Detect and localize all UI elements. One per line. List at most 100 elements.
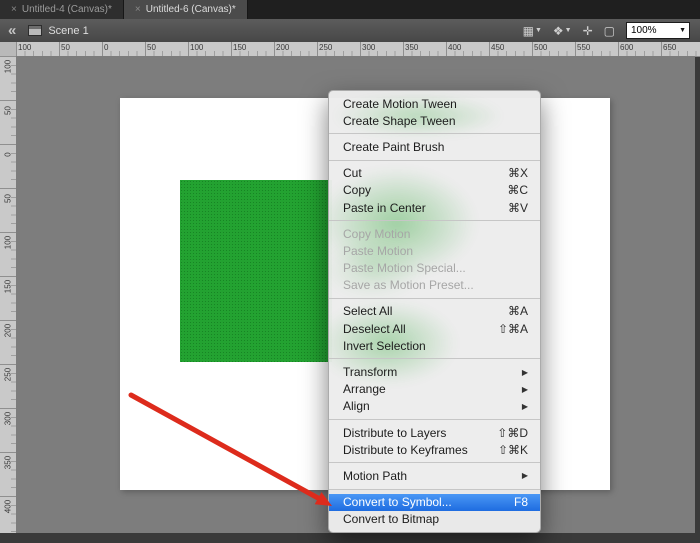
menu-item-create-shape-tween[interactable]: Create Shape Tween [329, 112, 540, 129]
ruler-label: 200 [276, 43, 289, 52]
ruler-label: 350 [4, 456, 13, 470]
menu-item-distribute-to-layers[interactable]: Distribute to Layers ⇧⌘D [329, 424, 540, 441]
menu-item-shortcut: ⇧⌘K [498, 443, 528, 457]
document-tab-label: Untitled-4 (Canvas)* [22, 4, 112, 15]
ruler-label: 150 [4, 280, 13, 294]
menu-item-distribute-to-keyframes[interactable]: Distribute to Keyframes ⇧⌘K [329, 441, 540, 458]
menu-item-transform[interactable]: Transform▶ [329, 363, 540, 380]
frame-icon: ▢ [604, 25, 615, 37]
menu-item-label: Distribute to Layers [343, 426, 446, 440]
menu-item-align[interactable]: Align▶ [329, 398, 540, 415]
menu-item-shortcut: F8 [514, 495, 528, 509]
edit-bar: « Scene 1 ▦▼ ❖▼ ✛ ▢ 100% ▼ [0, 19, 700, 43]
menu-item-copy[interactable]: Copy⌘C [329, 182, 540, 199]
edit-bar-controls: ▦▼ ❖▼ ✛ ▢ 100% ▼ [523, 22, 690, 39]
menu-item-create-motion-tween[interactable]: Create Motion Tween [329, 95, 540, 112]
menu-item-shortcut: ⇧⌘A [498, 322, 528, 336]
menu-item-label: Distribute to Keyframes [343, 443, 468, 457]
ruler-label: 450 [491, 43, 504, 52]
scene-icon [28, 25, 42, 36]
menu-item-create-paint-brush[interactable]: Create Paint Brush [329, 138, 540, 155]
chevron-down-icon: ▼ [535, 27, 542, 34]
ruler-label: 350 [405, 43, 418, 52]
menu-item-paste-motion: Paste Motion [329, 242, 540, 259]
edit-scene-button[interactable]: ▦▼ [523, 25, 542, 37]
ruler-label: 50 [61, 43, 70, 52]
menu-separator [329, 220, 540, 221]
menu-separator [329, 298, 540, 299]
close-icon[interactable]: × [135, 5, 141, 15]
menu-item-label: Paste Motion Special... [343, 261, 466, 275]
ruler-label: 600 [620, 43, 633, 52]
menu-item-label: Save as Motion Preset... [343, 278, 474, 292]
green-rectangle-shape[interactable] [180, 180, 332, 362]
menu-separator [329, 160, 540, 161]
animate-window: × Untitled-4 (Canvas)* × Untitled-6 (Canvas… [0, 0, 700, 543]
menu-item-label: Copy Motion [343, 227, 410, 241]
ruler-label: 500 [534, 43, 547, 52]
menu-item-convert-to-symbol[interactable]: Convert to Symbol... F8 [329, 494, 540, 511]
menu-item-arrange[interactable]: Arrange▶ [329, 381, 540, 398]
menu-item-label: Copy [343, 183, 371, 197]
document-tab-2[interactable]: × Untitled-6 (Canvas)* [124, 0, 248, 19]
menu-item-convert-to-bitmap[interactable]: Convert to Bitmap [329, 511, 540, 528]
menu-item-label: Arrange [343, 382, 386, 396]
menu-item-select-all[interactable]: Select All ⌘A [329, 303, 540, 320]
clip-content-button[interactable]: ▢ [604, 25, 615, 37]
menu-separator [329, 462, 540, 463]
edit-symbols-icon: ❖ [553, 25, 564, 37]
ruler-label: 400 [448, 43, 461, 52]
menu-item-motion-path[interactable]: Motion Path ▶ [329, 467, 540, 484]
ruler-label: 250 [4, 368, 13, 382]
chevron-down-icon: ▼ [565, 27, 572, 34]
menu-item-label: Create Shape Tween [343, 114, 456, 128]
menu-item-label: Create Paint Brush [343, 140, 444, 154]
context-menu: Create Motion Tween Create Shape Tween Cre… [328, 90, 541, 533]
close-icon[interactable]: × [11, 5, 17, 15]
ruler-label: 650 [663, 43, 676, 52]
ruler-label: 300 [362, 43, 375, 52]
ruler-label: 0 [4, 148, 13, 162]
menu-item-invert-selection[interactable]: Invert Selection [329, 337, 540, 354]
menu-item-deselect-all[interactable]: Deselect All⇧⌘A [329, 320, 540, 337]
menu-item-label: Invert Selection [343, 339, 426, 353]
menu-item-cut[interactable]: Cut⌘X [329, 165, 540, 182]
scene-label: Scene 1 [48, 25, 88, 37]
menu-item-label: Motion Path [343, 469, 407, 483]
document-tab-bar: × Untitled-4 (Canvas)* × Untitled-6 (Canvas… [0, 0, 700, 20]
vertical-ruler: 10050050100150200250300350400 [0, 56, 17, 533]
menu-item-shortcut: ⌘X [508, 166, 528, 180]
submenu-arrow-icon: ▶ [522, 402, 528, 411]
horizontal-ruler: 1005005010015020025030035040045050055060… [16, 42, 700, 57]
ruler-label: 100 [4, 236, 13, 250]
zoom-dropdown[interactable]: 100% ▼ [626, 22, 690, 39]
menu-item-paste-motion-special: Paste Motion Special... [329, 260, 540, 277]
menu-separator [329, 133, 540, 134]
zoom-value: 100% [627, 25, 657, 36]
ruler-label: 550 [577, 43, 590, 52]
ruler-label: 200 [4, 324, 13, 338]
document-tab-label: Untitled-6 (Canvas)* [146, 4, 236, 15]
menu-item-label: Select All [343, 304, 392, 318]
menu-item-label: Create Motion Tween [343, 97, 457, 111]
ruler-label: 250 [319, 43, 332, 52]
menu-item-paste-in-center[interactable]: Paste in Center⌘V [329, 199, 540, 216]
ruler-label: 400 [4, 500, 13, 514]
submenu-arrow-icon: ▶ [522, 471, 528, 480]
menu-item-copy-motion: Copy Motion [329, 225, 540, 242]
ruler-label: 50 [4, 192, 13, 206]
submenu-arrow-icon: ▶ [522, 368, 528, 377]
ruler-label: 150 [233, 43, 246, 52]
back-arrow-icon[interactable]: « [8, 23, 16, 38]
menu-item-shortcut: ⇧⌘D [497, 426, 528, 440]
menu-item-shortcut: ⌘A [508, 304, 528, 318]
ruler-label: 100 [4, 60, 13, 74]
menu-item-label: Paste Motion [343, 244, 413, 258]
document-tab-1[interactable]: × Untitled-4 (Canvas)* [0, 0, 124, 19]
center-frame-button[interactable]: ✛ [583, 25, 593, 37]
edit-symbols-button[interactable]: ❖▼ [553, 25, 572, 37]
menu-item-shortcut: ⌘V [508, 201, 528, 215]
menu-item-label: Convert to Symbol... [343, 495, 452, 509]
ruler-corner [0, 42, 17, 57]
edit-scene-icon: ▦ [523, 25, 534, 37]
